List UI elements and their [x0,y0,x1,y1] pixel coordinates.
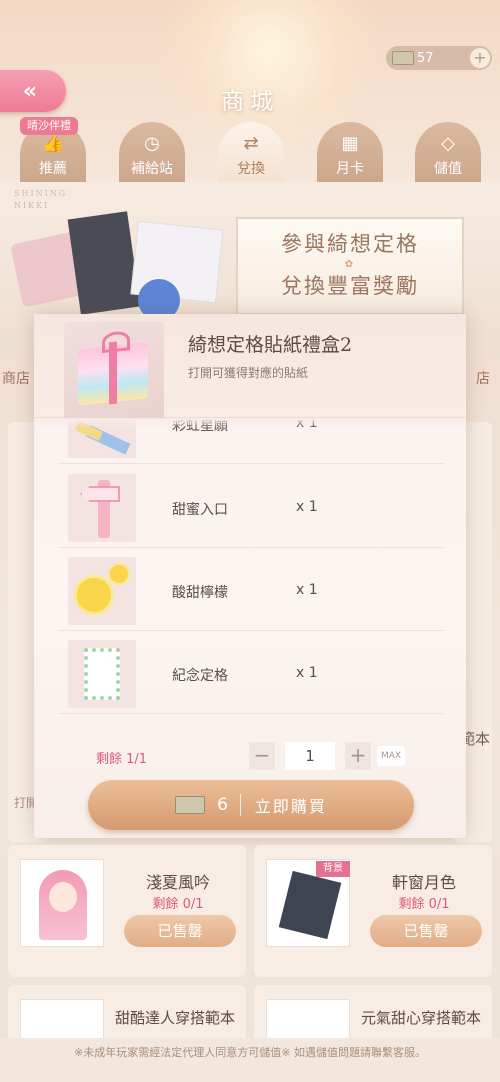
page-title: 商城 [221,89,279,115]
reward-list[interactable]: 彩虹星願 x 1 甜蜜入口 x 1 酸甜檸檬 x 1 紀念定格 x 1 [34,420,466,720]
modal-title: 綺想定格貼紙禮盒2 [188,334,353,356]
side-tag[interactable]: 晴沙伴禮 [20,117,78,135]
add-currency-button[interactable]: + [470,48,490,68]
shop-tab-right[interactable]: 店 [470,356,500,396]
fashion-magazine-image [67,211,141,315]
card-remaining: 剩餘 0/1 [398,897,450,912]
category-badge: 背景 [316,861,350,877]
buy-label: 立即購買 [254,797,327,816]
list-item: 紀念定格 x 1 [58,632,444,714]
arrow-sign-sticker-icon [68,474,136,542]
tab-exchange[interactable]: ⇄ 兌換 [218,122,284,182]
decrease-button[interactable]: − [249,742,275,770]
item-name: 酸甜檸檬 [172,585,228,601]
clock-icon: ◷ [144,133,160,154]
card-remaining: 剩餘 0/1 [152,897,204,912]
list-item: 酸甜檸檬 x 1 [58,549,444,631]
thumbs-up-icon: 👍 [42,133,65,154]
card-name: 元氣甜心穿搭範本 [360,1009,481,1027]
shop-card[interactable]: 淺夏風吟 剩餘 0/1 已售罄 [8,845,246,977]
currency-value: 57 [417,50,434,66]
remaining-count: 剩餘 1/1 [96,752,148,767]
banner-illustration [10,205,234,321]
modal-description: 打開可獲得對應的貼紙 [188,366,309,380]
tab-label: 補給站 [131,161,173,177]
tab-label: 推薦 [39,161,67,177]
currency-display[interactable]: 57 + [386,46,492,70]
item-quantity: x 1 [296,499,318,515]
banner-plate: 參與綺想定格 ✿ 兌換豐富獎勵 [236,217,464,315]
banner-line-2: 兌換豐富獎勵 [281,274,419,298]
shop-card[interactable]: 元氣甜心穿搭範本 [254,985,492,1045]
shop-card[interactable]: 背景 軒窗月色 剩餘 0/1 已售罄 [254,845,492,977]
item-quantity: x 1 [296,665,318,681]
tab-top-up[interactable]: ◇ 儲值 [415,122,481,182]
shop-card[interactable]: 甜酷達人穿搭範本 [8,985,246,1045]
lemon-sticker-icon [68,557,136,625]
item-detail-modal: 綺想定格貼紙禮盒2 打開可獲得對應的貼紙 彩虹星願 x 1 甜蜜入口 x 1 [34,314,466,838]
buy-price: 6 [217,795,228,815]
shop-tab-left[interactable]: 商店 [0,356,34,396]
buy-button[interactable]: 6 立即購買 [88,780,414,830]
list-fade [34,418,466,428]
calendar-icon: ▦ [341,133,359,154]
card-name: 甜酷達人穿搭範本 [114,1009,235,1027]
max-button[interactable]: MAX [377,746,405,766]
divider [239,794,241,816]
diamond-icon: ◇ [441,133,455,154]
tab-label: 儲值 [434,161,462,177]
photo-frame-sticker-icon [68,640,136,708]
exchange-icon: ⇄ [243,133,259,154]
tab-monthly-card[interactable]: ▦ 月卡 [317,122,383,182]
item-name: 甜蜜入口 [172,502,228,518]
list-item: 甜蜜入口 x 1 [58,466,444,548]
gift-box-thumbnail [64,322,164,420]
banner-line-1: 參與綺想定格 [281,232,419,256]
item-quantity: x 1 [296,582,318,598]
increase-button[interactable]: + [345,742,371,770]
card-name: 淺夏風吟 [145,873,210,892]
outfit-thumbnail [20,859,104,947]
modal-header: 綺想定格貼紙禮盒2 打開可獲得對應的貼紙 [34,314,466,420]
card-name: 軒窗月色 [391,873,456,892]
cash-icon [392,51,414,65]
sold-out-button[interactable]: 已售罄 [370,915,482,947]
quantity-input[interactable]: 1 [285,742,335,770]
footer-notice: ※未成年玩家需經法定代理人同意方可儲值※ 如遇儲值問題請聯繫客服。 [0,1038,500,1082]
tab-label: 月卡 [336,161,364,177]
item-name: 紀念定格 [172,668,228,684]
cash-icon [175,796,206,814]
gift-box-icon [78,342,148,406]
sold-out-button[interactable]: 已售罄 [124,915,236,947]
tab-label: 兌換 [237,161,265,177]
flower-divider-icon: ✿ [344,259,356,270]
tab-supply[interactable]: ◷ 補給站 [119,122,185,182]
